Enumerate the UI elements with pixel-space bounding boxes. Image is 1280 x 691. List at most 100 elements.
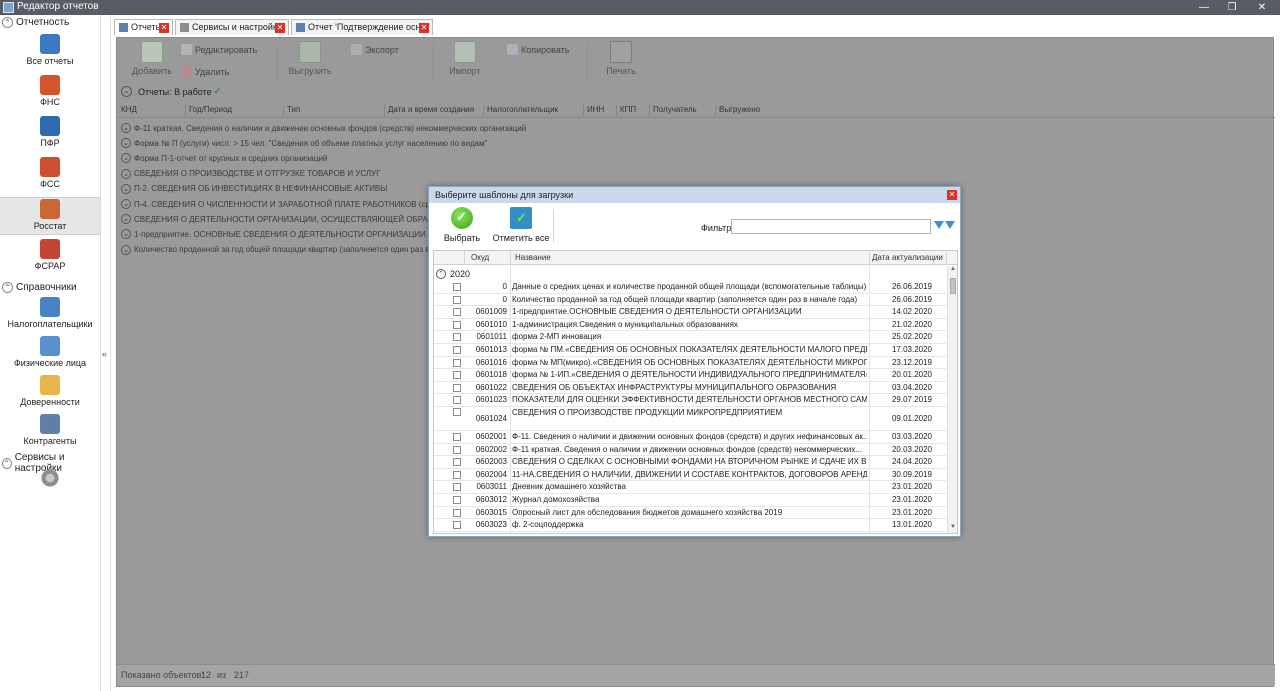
column-header[interactable]: Год/Период bbox=[189, 105, 232, 114]
row-checkbox[interactable] bbox=[453, 383, 461, 392]
sidebar-item-services[interactable] bbox=[0, 467, 100, 505]
delete-button[interactable]: Удалить bbox=[181, 66, 229, 77]
sidebar-item-individuals[interactable]: Физические лица bbox=[0, 335, 100, 373]
template-row[interactable]: 0601023 ПОКАЗАТЕЛИ ДЛЯ ОЦЕНКИ ЭФФЕКТИВНОС… bbox=[434, 394, 946, 407]
row-checkbox[interactable] bbox=[453, 483, 461, 492]
row-checkbox[interactable] bbox=[453, 470, 461, 479]
sidebar-section-references[interactable]: ⌃ Справочники bbox=[2, 282, 77, 293]
report-group-row[interactable]: ⌄ Количество проданной за год общей площа… bbox=[121, 243, 429, 257]
report-group-row[interactable]: ⌄ Форма № П (услуги) числ. > 15 чел. "Све… bbox=[121, 136, 487, 150]
year-group-2020[interactable]: ⌃ 2020 bbox=[434, 267, 946, 280]
row-checkbox[interactable] bbox=[453, 295, 461, 304]
mark-all-button[interactable]: Отметить все bbox=[491, 207, 551, 245]
row-checkbox[interactable] bbox=[453, 308, 461, 317]
template-row[interactable]: 0602003 СВЕДЕНИЯ О СДЕЛКАХ С ОСНОВНЫМИ ФО… bbox=[434, 456, 946, 469]
sidebar-item-pfr[interactable]: ПФР bbox=[0, 115, 100, 153]
column-header-okud[interactable]: Окуд bbox=[471, 253, 489, 262]
row-checkbox[interactable] bbox=[453, 445, 461, 454]
row-checkbox[interactable] bbox=[453, 358, 461, 367]
template-row[interactable]: 0601010 1-администрация.Сведения о муници… bbox=[434, 319, 946, 332]
row-checkbox[interactable] bbox=[453, 371, 461, 380]
templates-scrollbar[interactable]: ▲ ▼ bbox=[947, 266, 957, 533]
template-row[interactable]: 0601011 форма 2-МП инновация 25.02.2020 bbox=[434, 331, 946, 344]
collapse-sidebar-icon[interactable]: « bbox=[102, 349, 107, 359]
copy-button[interactable]: Копировать bbox=[507, 44, 569, 55]
report-group-row[interactable]: ⌄ П-2. СВЕДЕНИЯ ОБ ИНВЕСТИЦИЯХ В НЕФИНАНС… bbox=[121, 182, 387, 196]
template-row[interactable]: 0 Количество проданной за год общей площа… bbox=[434, 294, 946, 307]
sidebar-item-all-reports[interactable]: Все отчеты bbox=[0, 33, 100, 71]
report-group-row[interactable]: ⌄ СВЕДЕНИЯ О ПРОИЗВОДСТВЕ И ОТГРУЗКЕ ТОВА… bbox=[121, 167, 381, 181]
column-header[interactable]: ИНН bbox=[587, 105, 604, 114]
sidebar-section-reports[interactable]: ⌃ Отчетность bbox=[2, 17, 69, 28]
column-header-name[interactable]: Название bbox=[515, 253, 551, 262]
maximize-button[interactable]: ❐ bbox=[1220, 0, 1244, 15]
template-row[interactable]: 0601018 форма № 1-ИП.«СВЕДЕНИЯ О ДЕЯТЕЛЬН… bbox=[434, 369, 946, 382]
column-header[interactable]: КНД bbox=[121, 105, 137, 114]
column-header[interactable]: Налогоплательщик bbox=[487, 105, 558, 114]
tab-report-confirmation[interactable]: Отчет 'Подтверждение осн...' ✕ bbox=[291, 19, 433, 35]
row-checkbox[interactable] bbox=[453, 346, 461, 354]
close-dialog-icon[interactable]: ✕ bbox=[947, 190, 957, 200]
scroll-down-icon[interactable]: ▼ bbox=[948, 524, 957, 533]
report-group-row[interactable]: ⌄ Форма П-1-отчет от крупных и средних ор… bbox=[121, 151, 327, 165]
row-checkbox[interactable] bbox=[453, 396, 461, 405]
filter-icon[interactable] bbox=[934, 221, 944, 229]
chevron-down-icon: ⌄ bbox=[121, 86, 132, 97]
row-checkbox[interactable] bbox=[453, 283, 461, 291]
row-checkbox[interactable] bbox=[453, 408, 461, 416]
template-row[interactable]: 0601024 СВЕДЕНИЯ О ПРОИЗВОДСТВЕ ПРОДУКЦИИ… bbox=[434, 407, 946, 431]
report-group-row[interactable]: ⌄ П-4. СВЕДЕНИЯ О ЧИСЛЕННОСТИ И ЗАРАБОТНО… bbox=[121, 197, 443, 211]
sidebar-item-rosstat[interactable]: Росстат bbox=[0, 197, 100, 235]
template-row[interactable]: 0602002 Ф-11 краткая. Сведения о наличии … bbox=[434, 444, 946, 457]
column-header[interactable]: КПП bbox=[620, 105, 636, 114]
row-checkbox[interactable] bbox=[453, 458, 461, 467]
template-row[interactable]: 0 Данные о средних ценах и количестве про… bbox=[434, 281, 946, 294]
row-checkbox[interactable] bbox=[453, 521, 461, 530]
select-button[interactable]: Выбрать bbox=[439, 207, 485, 245]
report-group-row[interactable]: ⌄ Ф-11 краткая. Сведения о наличии и движ… bbox=[121, 121, 526, 135]
template-row[interactable]: 0601013 форма № ПМ.«СВЕДЕНИЯ ОБ ОСНОВНЫХ … bbox=[434, 344, 946, 357]
template-row[interactable]: 0603015 Опросный лист для обследования бю… bbox=[434, 507, 946, 520]
template-row[interactable]: 0602004 11-НА.СВЕДЕНИЯ О НАЛИЧИИ, ДВИЖЕНИ… bbox=[434, 469, 946, 482]
minimize-button[interactable]: — bbox=[1192, 0, 1216, 15]
filter-input[interactable] bbox=[731, 219, 931, 234]
row-checkbox[interactable] bbox=[453, 333, 461, 342]
column-header[interactable]: Тип bbox=[287, 105, 300, 114]
template-row[interactable]: 0603011 Дневник домашнего хозяйства 23.01.… bbox=[434, 481, 946, 494]
sidebar-item-fns[interactable]: ФНС bbox=[0, 74, 100, 112]
tab-reports[interactable]: Отчеты ✕ bbox=[114, 19, 173, 35]
template-row[interactable]: 0601009 1-предприятие.ОСНОВНЫЕ СВЕДЕНИЯ О… bbox=[434, 306, 946, 319]
scroll-thumb[interactable] bbox=[950, 278, 956, 294]
close-window-button[interactable]: ✕ bbox=[1250, 0, 1274, 15]
column-header[interactable]: Дата и время создания bbox=[388, 105, 474, 114]
template-row[interactable]: 0601022 СВЕДЕНИЯ ОБ ОБЪЕКТАХ ИНФРАСТРУКТУ… bbox=[434, 382, 946, 395]
row-checkbox[interactable] bbox=[453, 433, 461, 441]
template-row[interactable]: 0603023 ф. 2-соцподдержка 13.01.2020 bbox=[434, 519, 946, 532]
column-header[interactable]: Выгружено bbox=[719, 105, 760, 114]
report-group-row[interactable]: ⌄ 1-предприятие. ОСНОВНЫЕ СВЕДЕНИЯ О ДЕЯТ… bbox=[121, 227, 426, 241]
close-tab-icon[interactable]: ✕ bbox=[419, 23, 429, 33]
sidebar-splitter[interactable]: « bbox=[100, 15, 111, 691]
template-row[interactable]: 0601016 форма № МП(микро).«СВЕДЕНИЯ ОБ ОС… bbox=[434, 357, 946, 370]
row-checkbox[interactable] bbox=[453, 320, 461, 329]
sidebar-item-power-of-attorney[interactable]: Доверенности bbox=[0, 374, 100, 412]
sidebar-item-counterparties[interactable]: Контрагенты bbox=[0, 413, 100, 451]
column-header-date[interactable]: Дата актуализации bbox=[872, 253, 943, 262]
close-tab-icon[interactable]: ✕ bbox=[275, 23, 285, 33]
sidebar-item-fss[interactable]: ФСС bbox=[0, 156, 100, 194]
template-row[interactable]: 0603012 Журнал домохозяйства 23.01.2020 bbox=[434, 494, 946, 507]
clear-filter-icon[interactable] bbox=[945, 221, 955, 229]
report-group-row[interactable]: ⌄ СВЕДЕНИЯ О ДЕЯТЕЛЬНОСТИ ОРГАНИЗАЦИИ, ОС… bbox=[121, 212, 449, 226]
sidebar-item-taxpayers[interactable]: Налогоплательщики bbox=[0, 296, 100, 334]
reports-group-header[interactable]: ⌄ Отчеты: В работе ✓ bbox=[121, 86, 221, 97]
close-tab-icon[interactable]: ✕ bbox=[159, 23, 169, 33]
row-checkbox[interactable] bbox=[453, 496, 461, 504]
template-row[interactable]: 0602001 Ф-11. Сведения о наличии и движен… bbox=[434, 431, 946, 444]
sidebar-item-fsrar[interactable]: ФСРАР bbox=[0, 238, 100, 276]
tab-services-settings[interactable]: Сервисы и настройки ✕ bbox=[175, 19, 289, 35]
scroll-up-icon[interactable]: ▲ bbox=[948, 266, 957, 276]
row-checkbox[interactable] bbox=[453, 508, 461, 517]
edit-button[interactable]: Редактировать bbox=[181, 44, 257, 55]
column-header[interactable]: Получатель bbox=[653, 105, 697, 114]
export-button[interactable]: Экспорт bbox=[351, 44, 399, 55]
